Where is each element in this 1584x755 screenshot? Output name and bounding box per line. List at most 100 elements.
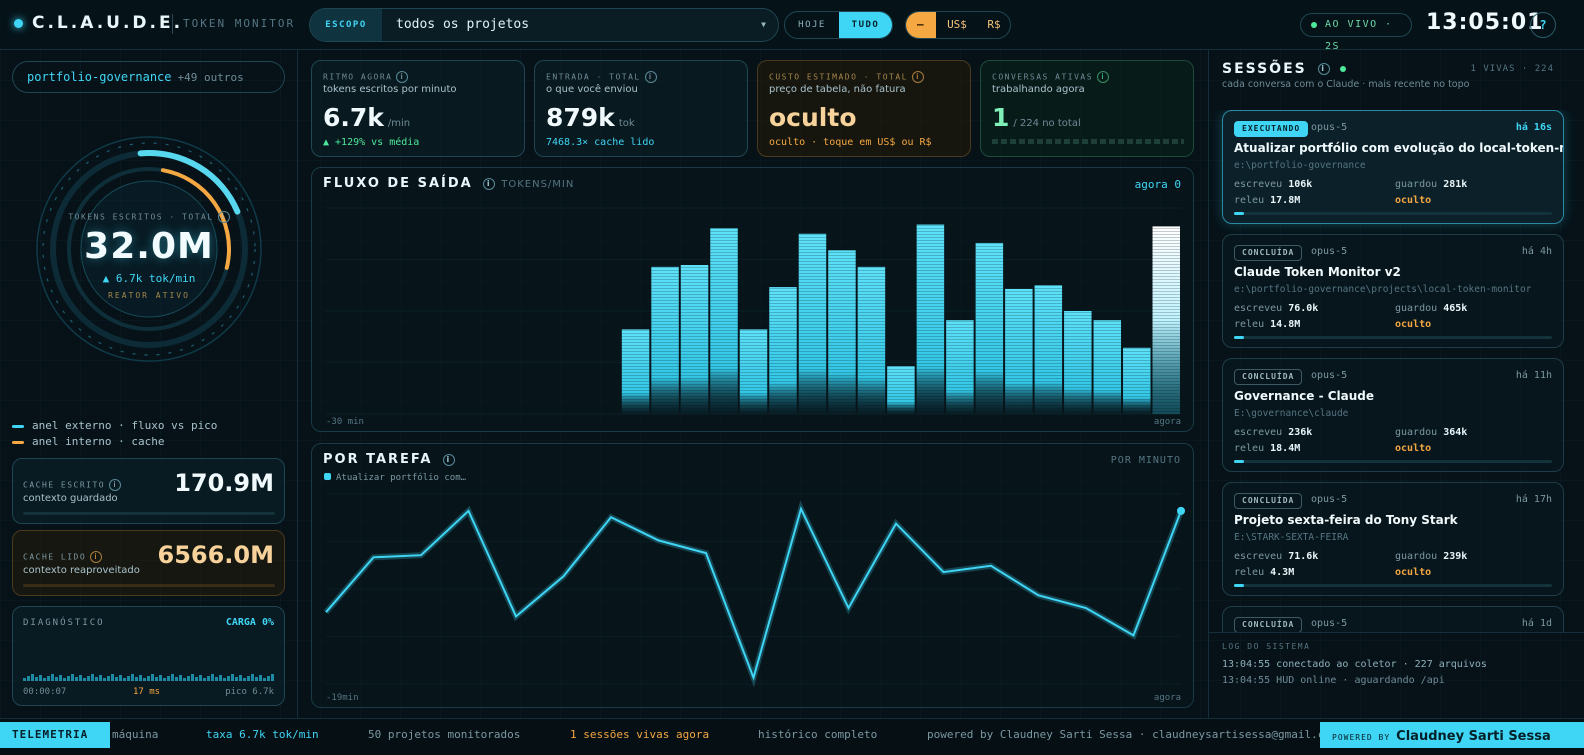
- session-progress-bar: [1234, 212, 1552, 215]
- session-wrote-value: 106k: [1288, 179, 1313, 190]
- session-card[interactable]: CONCLUÍDA opus-5 há 4h Claude Token Monitor…: [1222, 234, 1564, 348]
- gauge-label: TOKENS ESCRITOS · TOTAL: [68, 212, 214, 222]
- project-filter-chip[interactable]: portfolio-governance +49 outros: [12, 61, 285, 93]
- session-status-badge: CONCLUÍDA: [1234, 369, 1303, 385]
- sessions-list: EXECUTANDO opus-5 há 16s Atualizar portfóli…: [1209, 110, 1584, 632]
- session-reread: releu 18.4M: [1234, 443, 1300, 454]
- diagnostics-tick: [63, 678, 66, 681]
- diagnostics-label: DIAGNÓSTICO: [23, 618, 105, 628]
- diagnostics-tick: [39, 675, 42, 681]
- kpi-cost-value: oculto: [769, 103, 857, 132]
- info-icon[interactable]: i: [911, 71, 924, 83]
- log-label: LOG DO SISTEMA: [1222, 642, 1311, 651]
- help-button[interactable]: ?: [1530, 12, 1556, 38]
- legend-swatch-orange: [12, 440, 24, 444]
- diagnostics-tick: [227, 676, 230, 681]
- divider: [1209, 632, 1584, 633]
- diagnostics-tick: [95, 677, 98, 681]
- session-cost-value: oculto: [1395, 443, 1432, 454]
- scope-select[interactable]: ESCOPO todos os projetos ▼: [309, 8, 779, 42]
- flow-bar-scanlines: [739, 329, 768, 414]
- currency-usd-button[interactable]: US$: [936, 12, 978, 38]
- gauge-status: REATOR ATIVO: [108, 291, 190, 300]
- info-icon[interactable]: i: [217, 211, 230, 223]
- kpi-rate-sub: tokens escritos por minuto: [323, 84, 457, 95]
- gauge-rate: ▲ 6.7k tok/min: [60, 272, 238, 285]
- diagnostics-tick: [135, 677, 138, 681]
- diagnostics-waveform: [23, 674, 274, 681]
- kpi-active-sub: trabalhando agora: [992, 84, 1085, 95]
- kpi-input-foot: 7468.3× cache lido: [546, 137, 655, 148]
- session-reread-label: releu: [1234, 195, 1265, 206]
- diagnostics-tick: [259, 675, 262, 681]
- diagnostics-peak: pico 6.7k: [225, 687, 274, 697]
- currency-brl-button[interactable]: R$: [978, 12, 1010, 38]
- diagnostics-tick: [147, 676, 150, 681]
- info-icon[interactable]: i: [109, 479, 122, 491]
- session-reread-label: releu: [1234, 319, 1265, 330]
- session-card[interactable]: EXECUTANDO opus-5 há 16s Atualizar portfóli…: [1222, 110, 1564, 224]
- session-saved-label: guardou: [1395, 551, 1438, 562]
- cache-written-card: CACHE ESCRITO i contexto guardado 170.9M: [12, 458, 285, 524]
- clock: 13:05:01: [1426, 10, 1544, 35]
- diagnostics-tick: [211, 674, 214, 681]
- session-saved-value: 239k: [1443, 551, 1468, 562]
- live-indicator[interactable]: AO VIVO · 2S: [1300, 13, 1412, 52]
- session-wrote-label: escreveu: [1234, 303, 1283, 314]
- info-icon[interactable]: i: [1317, 63, 1330, 75]
- flow-bar-scanlines: [975, 242, 1004, 414]
- task-line-chart: [323, 493, 1185, 688]
- kpi-rate-label: RITMO AGORA: [323, 72, 393, 82]
- diagnostics-tick: [167, 676, 170, 681]
- powered-label: POWERED BY: [1332, 733, 1391, 742]
- sessions-column: SESSÕES i 1 VIVAS · 224 cada conversa co…: [1208, 50, 1584, 718]
- cache-written-bar: [23, 512, 275, 515]
- flow-x-start: -30 min: [326, 417, 364, 427]
- session-card[interactable]: CONCLUÍDA opus-5 há 11h Governance - Claude…: [1222, 358, 1564, 472]
- flow-bar-scanlines: [651, 266, 679, 414]
- ticker-item: taxa 6.7k tok/min: [206, 728, 319, 741]
- live-label: AO VIVO · 2S: [1325, 19, 1393, 52]
- session-progress-fill: [1234, 460, 1244, 463]
- diagnostics-tick: [119, 675, 122, 681]
- session-progress-fill: [1234, 336, 1244, 339]
- info-icon[interactable]: i: [396, 71, 409, 83]
- cache-read-card: CACHE LIDO i contexto reaproveitado 6566.…: [12, 530, 285, 596]
- info-icon[interactable]: i: [644, 71, 657, 83]
- diagnostics-tick: [263, 678, 266, 681]
- session-saved: guardou 239k: [1395, 551, 1467, 562]
- legend-inner-label: anel interno · cache: [32, 435, 165, 448]
- flow-bar-scanlines: [621, 329, 650, 414]
- diagnostics-tick: [43, 678, 46, 681]
- diagnostics-tick: [123, 678, 126, 681]
- diagnostics-tick: [255, 677, 258, 681]
- cache-written-label-row: CACHE ESCRITO i: [23, 479, 122, 491]
- flow-bar-scanlines: [710, 228, 738, 414]
- currency-hidden-button[interactable]: —: [906, 12, 936, 38]
- session-saved-label: guardou: [1395, 303, 1438, 314]
- diagnostics-tick: [235, 677, 238, 681]
- session-reread: releu 4.3M: [1234, 567, 1294, 578]
- cache-read-bar: [23, 584, 275, 587]
- diagnostics-tick: [239, 675, 242, 681]
- ticker-item: powered by Claudney Sarti Sessa · claudn…: [927, 728, 1320, 741]
- range-today-button[interactable]: HOJE: [785, 12, 839, 38]
- info-icon[interactable]: i: [90, 551, 103, 563]
- app-logo: C.L.A.U.D.E.: [32, 13, 184, 33]
- kpi-input-value: 879k: [546, 103, 615, 132]
- session-progress-bar: [1234, 336, 1552, 339]
- session-card[interactable]: CONCLUÍDA opus-5 há 1d: [1222, 606, 1564, 632]
- session-card[interactable]: CONCLUÍDA opus-5 há 17h Projeto sexta-feira…: [1222, 482, 1564, 596]
- kpi-rate-unit: /min: [387, 118, 411, 129]
- diagnostics-tick: [219, 675, 222, 681]
- range-all-button[interactable]: TUDO: [839, 12, 892, 38]
- kpi-cost-card[interactable]: CUSTO ESTIMADO · TOTAL i preço de tabela,…: [757, 60, 971, 157]
- flow-bar-scanlines: [857, 266, 886, 414]
- diagnostics-tick: [195, 677, 198, 681]
- ticker-item: 50 projetos monitorados: [368, 728, 521, 741]
- flow-bar-scanlines: [1064, 311, 1092, 414]
- info-icon[interactable]: i: [1097, 71, 1110, 83]
- session-saved-value: 281k: [1443, 179, 1468, 190]
- session-model: opus-5: [1311, 494, 1348, 505]
- kpi-rate-value: 6.7k: [323, 103, 384, 132]
